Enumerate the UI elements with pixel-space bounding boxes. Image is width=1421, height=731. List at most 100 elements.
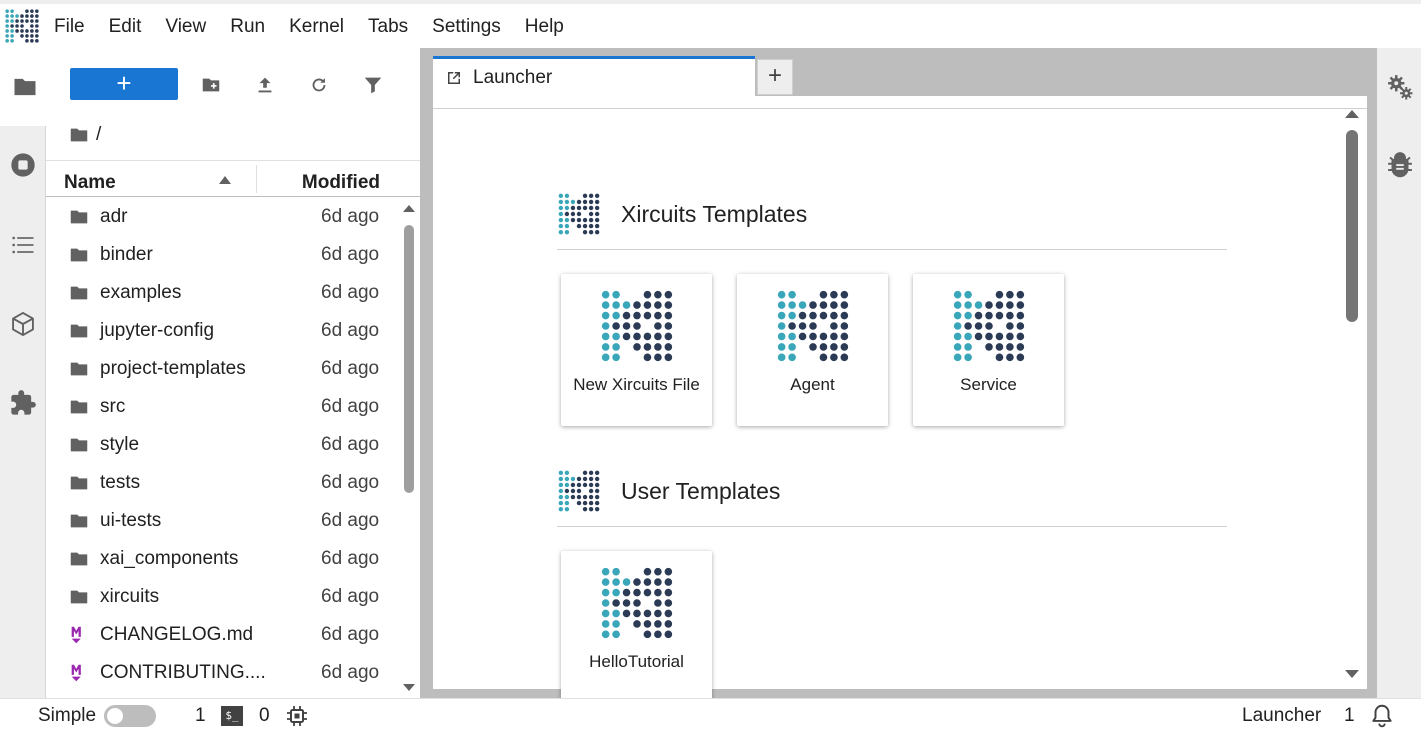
menu-kernel[interactable]: Kernel xyxy=(277,6,356,46)
sidebar-tab-file-browser[interactable] xyxy=(0,48,47,126)
menu-settings[interactable]: Settings xyxy=(420,6,513,46)
column-name-header[interactable]: Name xyxy=(64,172,116,194)
file-name: style xyxy=(100,434,140,455)
property-inspector-gears-icon[interactable] xyxy=(1385,72,1415,102)
scroll-up-icon[interactable] xyxy=(402,203,416,215)
new-folder-icon xyxy=(202,78,220,92)
file-row[interactable]: tests 6d ago xyxy=(46,464,398,502)
folder-icon xyxy=(70,210,88,224)
launcher-scrollbar[interactable] xyxy=(1341,108,1361,684)
file-row[interactable]: CHANGELOG.md 6d ago xyxy=(46,616,398,654)
scroll-down-icon[interactable] xyxy=(402,681,416,693)
tab-launcher-label: Launcher xyxy=(473,66,553,88)
file-list-scrollbar[interactable] xyxy=(401,203,417,693)
file-name: adr xyxy=(100,206,128,227)
cpu-chip-icon[interactable] xyxy=(285,704,309,728)
folder-icon xyxy=(70,248,88,262)
xircuits-logo-icon xyxy=(558,470,600,512)
xircuits-logo-icon xyxy=(558,193,600,235)
scroll-down-icon[interactable] xyxy=(1344,668,1360,680)
card-label: New Xircuits File xyxy=(573,375,700,394)
new-launcher-button[interactable]: + xyxy=(70,68,178,100)
bell-icon[interactable] xyxy=(1369,702,1395,729)
filter-icon xyxy=(364,77,382,94)
terminal-icon[interactable]: $_ xyxy=(221,706,243,726)
menu-run[interactable]: Run xyxy=(218,6,277,46)
file-modified: 6d ago xyxy=(321,548,380,569)
launcher-card-service[interactable]: Service xyxy=(913,274,1064,426)
menu-help[interactable]: Help xyxy=(513,6,576,46)
launcher-section-header: User Templates xyxy=(557,469,780,513)
section-title: Xircuits Templates xyxy=(621,200,808,227)
terminal-count[interactable]: 0 xyxy=(259,705,270,727)
file-modified: 6d ago xyxy=(321,358,380,379)
kernel-count[interactable]: 1 xyxy=(195,705,206,727)
add-tab-button[interactable]: + xyxy=(757,59,793,95)
folder-icon xyxy=(70,286,88,300)
upload-button[interactable] xyxy=(250,70,280,100)
launcher-card-hellotutorial[interactable]: HelloTutorial xyxy=(561,551,712,703)
menu-tabs[interactable]: Tabs xyxy=(356,6,420,46)
file-row[interactable]: ui-tests 6d ago xyxy=(46,502,398,540)
launcher-card-agent[interactable]: Agent xyxy=(737,274,888,426)
file-modified: 6d ago xyxy=(321,244,380,265)
filter-button[interactable] xyxy=(358,70,388,100)
file-row[interactable]: binder 6d ago xyxy=(46,236,398,274)
card-label: HelloTutorial xyxy=(589,652,684,671)
section-divider xyxy=(557,249,1227,250)
puzzle-extension-icon xyxy=(11,390,36,415)
file-row[interactable]: style 6d ago xyxy=(46,426,398,464)
file-modified: 6d ago xyxy=(321,282,380,303)
refresh-button[interactable] xyxy=(304,70,334,100)
upload-icon xyxy=(258,77,272,93)
folder-icon[interactable] xyxy=(68,124,90,146)
file-row[interactable]: xai_components 6d ago xyxy=(46,540,398,578)
file-modified: 6d ago xyxy=(321,434,380,455)
file-row[interactable]: jupyter-config 6d ago xyxy=(46,312,398,350)
debugger-bug-icon[interactable] xyxy=(1385,150,1415,180)
sidebar-tab-running[interactable] xyxy=(0,126,46,204)
file-row[interactable]: CONTRIBUTING.... 6d ago xyxy=(46,654,398,692)
left-sidebar xyxy=(0,48,47,698)
section-divider xyxy=(557,526,1227,527)
file-name: src xyxy=(100,396,126,417)
notification-count[interactable]: 1 xyxy=(1344,705,1355,727)
file-row[interactable]: project-templates 6d ago xyxy=(46,350,398,388)
column-modified-header[interactable]: Modified xyxy=(302,172,380,194)
column-divider[interactable] xyxy=(256,165,257,193)
folder-icon xyxy=(70,324,88,338)
status-bar: Simple 1 $_ 0 Launcher 1 xyxy=(0,698,1421,731)
launcher-card-new-xircuits-file[interactable]: New Xircuits File xyxy=(561,274,712,426)
tab-launcher[interactable]: Launcher xyxy=(433,56,755,96)
file-row[interactable]: examples 6d ago xyxy=(46,274,398,312)
file-row[interactable]: adr 6d ago xyxy=(46,198,398,236)
file-row[interactable]: xircuits 6d ago xyxy=(46,578,398,616)
file-name: ui-tests xyxy=(100,510,162,531)
menu-file[interactable]: File xyxy=(42,6,97,46)
xircuits-logo-icon[interactable] xyxy=(2,6,42,46)
scroll-up-icon[interactable] xyxy=(1344,108,1360,120)
folder-icon xyxy=(70,362,88,376)
sidebar-tab-toc[interactable] xyxy=(0,206,46,284)
file-name: jupyter-config xyxy=(100,320,215,341)
new-folder-button[interactable] xyxy=(196,70,226,100)
file-row[interactable]: src 6d ago xyxy=(46,388,398,426)
main-dock-area: Launcher + Xircuits Templates New Xircui… xyxy=(420,48,1377,703)
simple-mode-toggle[interactable] xyxy=(104,705,156,727)
refresh-icon xyxy=(312,78,326,92)
menu-edit[interactable]: Edit xyxy=(97,6,154,46)
sidebar-tab-components[interactable] xyxy=(0,285,46,363)
breadcrumb-root[interactable]: / xyxy=(96,124,101,146)
file-list-header: Name Modified xyxy=(46,160,420,197)
menu-view[interactable]: View xyxy=(153,6,218,46)
card-label: Service xyxy=(960,375,1017,394)
folder-icon xyxy=(70,438,88,452)
sidebar-tab-extensions[interactable] xyxy=(0,364,46,442)
active-document-label: Launcher xyxy=(1242,705,1322,726)
scrollbar-thumb[interactable] xyxy=(404,225,414,493)
file-name: project-templates xyxy=(100,358,246,379)
markdown-file-icon xyxy=(71,626,81,644)
file-name: CHANGELOG.md xyxy=(100,624,254,645)
scrollbar-thumb[interactable] xyxy=(1346,130,1358,322)
file-name: CONTRIBUTING.... xyxy=(100,662,266,683)
